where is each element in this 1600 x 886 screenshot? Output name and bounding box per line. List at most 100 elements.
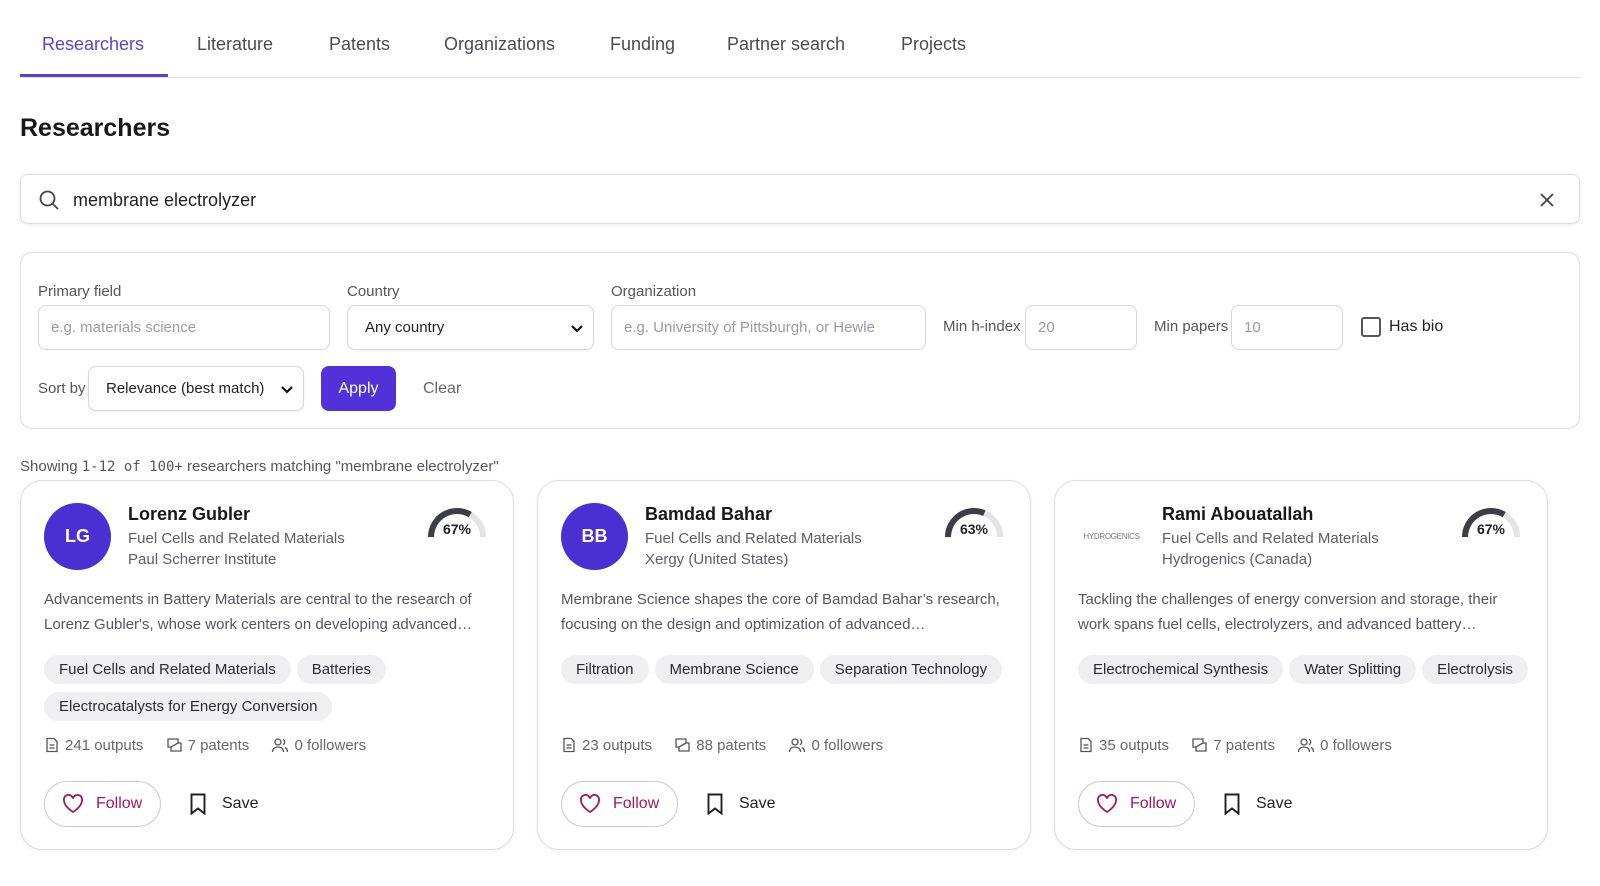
patents-stat: 88 patents	[674, 737, 766, 754]
avatar: LG	[44, 503, 111, 570]
topic-tag[interactable]: Batteries	[296, 655, 386, 684]
apply-button[interactable]: Apply	[321, 366, 396, 411]
has-bio-checkbox[interactable]	[1361, 317, 1381, 337]
researcher-card[interactable]: LG Lorenz Gubler Fuel Cells and Related …	[20, 480, 514, 850]
min-hindex-input[interactable]: 20	[1025, 305, 1137, 350]
tab-organizations[interactable]: Organizations	[444, 34, 555, 55]
save-label: Save	[1256, 795, 1293, 812]
results-summary: Showing 1-12 of 100+ researchers matchin…	[20, 458, 499, 475]
patents-stat: 7 patents	[166, 737, 250, 754]
patents-count: 88 patents	[696, 737, 767, 754]
researcher-field: Fuel Cells and Related Materials	[645, 530, 862, 547]
sort-value: Relevance (best match)	[106, 380, 265, 397]
filter-panel: Primary field e.g. materials science Cou…	[20, 252, 1580, 429]
researcher-organization: Xergy (United States)	[645, 551, 789, 568]
topic-tag[interactable]: Separation Technology	[819, 655, 1003, 684]
outputs-count: 35 outputs	[1099, 737, 1170, 754]
topic-tags: Electrochemical Synthesis Water Splitting…	[1078, 655, 1538, 692]
heart-icon	[580, 794, 600, 814]
save-label: Save	[739, 795, 776, 812]
tab-literature[interactable]: Literature	[197, 34, 273, 55]
save-button[interactable]: Save	[706, 793, 775, 815]
topic-tag[interactable]: Electrolysis	[1422, 655, 1528, 684]
clear-search-icon[interactable]	[1537, 190, 1557, 210]
researcher-card[interactable]: BB Bamdad Bahar Fuel Cells and Related M…	[537, 480, 1031, 850]
has-bio-label: Has bio	[1389, 318, 1444, 335]
tab-bar: Researchers Literature Patents Organizat…	[20, 0, 1580, 78]
document-icon	[563, 737, 575, 753]
active-tab-indicator	[20, 74, 168, 77]
organization-input[interactable]: e.g. University of Pittsburgh, or Hewle	[611, 305, 926, 350]
researcher-stats: 241 outputs 7 patents 0 followers	[44, 737, 384, 754]
page-title: Researchers	[20, 114, 171, 142]
topic-tag[interactable]: Membrane Science	[654, 655, 814, 684]
tab-funding[interactable]: Funding	[610, 34, 675, 55]
researcher-organization: Hydrogenics (Canada)	[1162, 551, 1313, 568]
topic-tag[interactable]: Electrocatalysts for Energy Conversion	[44, 692, 333, 721]
users-icon	[272, 738, 289, 753]
search-input[interactable]	[73, 185, 1493, 215]
researcher-name[interactable]: Bamdad Bahar	[645, 504, 772, 525]
chevron-down-icon	[281, 386, 293, 394]
users-icon	[1297, 738, 1315, 753]
tab-projects[interactable]: Projects	[901, 34, 966, 55]
heart-icon	[63, 794, 83, 814]
save-label: Save	[222, 795, 259, 812]
patent-icon	[166, 738, 182, 752]
sort-select[interactable]: Relevance (best match)	[88, 366, 304, 411]
researcher-description: Membrane Science shapes the core of Bamd…	[561, 591, 1000, 633]
outputs-stat: 35 outputs	[1078, 737, 1169, 754]
search-bar	[20, 174, 1580, 224]
researcher-card[interactable]: HYDROGENICS Rami Abouatallah Fuel Cells …	[1054, 480, 1548, 850]
match-score: 67%	[1476, 521, 1506, 537]
topic-tag[interactable]: Fuel Cells and Related Materials	[44, 655, 291, 684]
tab-researchers[interactable]: Researchers	[42, 34, 144, 55]
patents-count: 7 patents	[1213, 737, 1275, 754]
primary-field-input[interactable]: e.g. materials science	[38, 305, 330, 350]
outputs-stat: 23 outputs	[561, 737, 652, 754]
follow-button[interactable]: Follow	[561, 781, 678, 827]
country-value: Any country	[365, 319, 445, 336]
sort-label: Sort by	[38, 380, 86, 397]
outputs-stat: 241 outputs	[44, 737, 143, 754]
bookmark-icon	[1224, 793, 1240, 815]
follow-label: Follow	[613, 795, 660, 812]
topic-tag[interactable]: Electrochemical Synthesis	[1078, 655, 1284, 684]
document-icon	[1080, 737, 1092, 753]
patent-icon	[675, 738, 690, 752]
researcher-name[interactable]: Lorenz Gubler	[128, 504, 250, 525]
save-button[interactable]: Save	[1223, 793, 1292, 815]
followers-stat: 0 followers	[788, 737, 883, 754]
heart-icon	[1097, 794, 1117, 814]
follow-button[interactable]: Follow	[1078, 781, 1195, 827]
organization-logo: HYDROGENICS	[1078, 503, 1145, 570]
save-button[interactable]: Save	[189, 793, 258, 815]
results-suffix: researchers matching "membrane electroly…	[182, 458, 499, 475]
topic-tag[interactable]: Water Splitting	[1289, 655, 1417, 684]
followers-count: 0 followers	[811, 737, 884, 754]
topic-tags: Filtration Membrane Science Separation Tec…	[561, 655, 1021, 692]
patents-stat: 7 patents	[1191, 737, 1275, 754]
tab-patents[interactable]: Patents	[329, 34, 390, 55]
users-icon	[789, 738, 806, 753]
country-select[interactable]: Any country	[347, 305, 594, 350]
min-papers-label: Min papers	[1154, 318, 1229, 335]
min-papers-input[interactable]: 10	[1231, 305, 1343, 350]
researcher-stats: 23 outputs 88 patents 0 followers	[561, 737, 901, 754]
outputs-count: 23 outputs	[582, 737, 653, 754]
researcher-name[interactable]: Rami Abouatallah	[1162, 504, 1313, 525]
researcher-description: Tackling the challenges of energy conver…	[1078, 591, 1498, 633]
followers-stat: 0 followers	[1297, 737, 1392, 754]
follow-button[interactable]: Follow	[44, 781, 161, 827]
clear-button[interactable]: Clear	[423, 380, 461, 398]
results-prefix: Showing	[20, 458, 82, 475]
tab-partner-search[interactable]: Partner search	[727, 34, 845, 55]
follow-label: Follow	[1130, 795, 1177, 812]
topic-tag[interactable]: Filtration	[561, 655, 649, 684]
search-icon	[39, 190, 59, 210]
researcher-stats: 35 outputs 7 patents 0 followers	[1078, 737, 1410, 754]
primary-field-label: Primary field	[38, 283, 122, 300]
patents-count: 7 patents	[187, 737, 250, 754]
bookmark-icon	[190, 793, 206, 815]
bookmark-icon	[707, 793, 723, 815]
